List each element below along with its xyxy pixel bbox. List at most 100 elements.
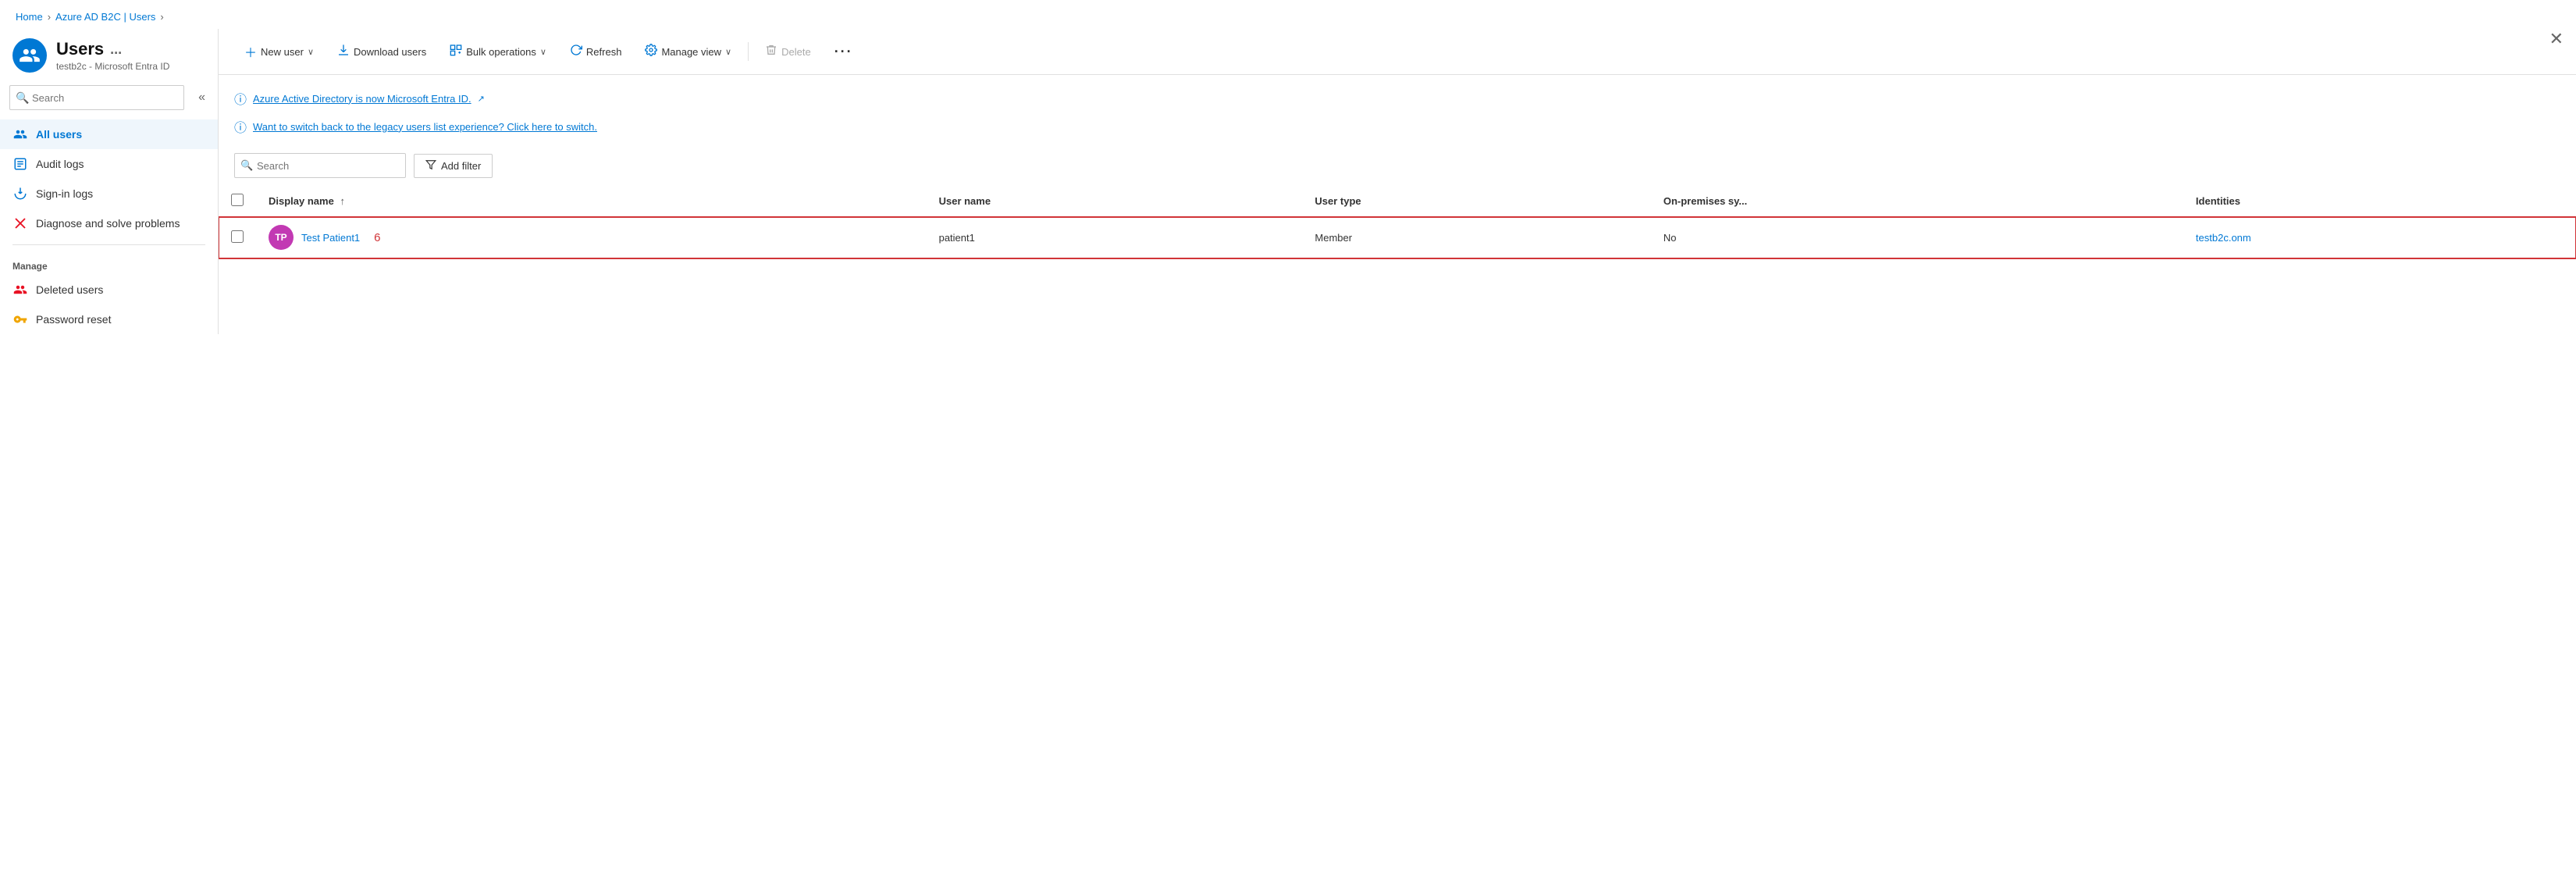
breadcrumb-home[interactable]: Home	[16, 11, 43, 23]
refresh-button[interactable]: Refresh	[560, 38, 632, 65]
table-header-row: Display name ↑ User name User type On-pr…	[219, 186, 2576, 217]
sidebar-more-button[interactable]: ...	[110, 41, 122, 58]
sidebar-title-area: Users ... testb2c - Microsoft Entra ID	[56, 39, 205, 72]
bulk-operations-label: Bulk operations	[466, 46, 536, 58]
user-avatar: TP	[269, 225, 294, 250]
download-users-label: Download users	[354, 46, 426, 58]
bulk-icon	[450, 44, 462, 59]
sidebar-collapse-button[interactable]: «	[195, 87, 208, 108]
table-col-identities: Identities	[2183, 186, 2576, 217]
new-user-button[interactable]: ＋ New user ∨	[234, 37, 324, 66]
password-reset-icon	[12, 312, 28, 327]
close-button[interactable]: ✕	[2549, 29, 2564, 49]
info-icon-2: ⓘ	[234, 117, 247, 136]
avatar-initials: TP	[275, 232, 286, 243]
user-type-cell: Member	[1302, 217, 1650, 258]
users-icon	[19, 45, 41, 66]
more-label: ···	[834, 44, 853, 60]
diagnose-icon	[12, 215, 28, 231]
filter-search-wrap: 🔍	[234, 153, 406, 178]
users-table: Display name ↑ User name User type On-pr…	[219, 186, 2576, 258]
new-user-chevron-icon: ∨	[308, 47, 314, 57]
deleted-users-icon	[12, 282, 28, 297]
sidebar-item-diagnose[interactable]: Diagnose and solve problems	[0, 208, 218, 238]
sidebar-search-wrap: 🔍	[9, 85, 184, 110]
all-users-icon	[12, 126, 28, 142]
nav-divider	[12, 244, 205, 245]
sort-arrow-icon: ↑	[340, 195, 345, 207]
table-col-display-name[interactable]: Display name ↑	[256, 186, 927, 217]
download-users-button[interactable]: Download users	[327, 38, 436, 65]
info-link-2[interactable]: Want to switch back to the legacy users …	[253, 121, 597, 133]
sidebar-item-sign-in-logs[interactable]: Sign-in logs	[0, 179, 218, 208]
sidebar: Users ... testb2c - Microsoft Entra ID 🔍…	[0, 29, 219, 334]
select-all-checkbox[interactable]	[231, 194, 244, 206]
table-area: Display name ↑ User name User type On-pr…	[219, 186, 2576, 334]
sign-in-logs-icon	[12, 186, 28, 201]
audit-logs-icon	[12, 156, 28, 172]
refresh-label: Refresh	[586, 46, 622, 58]
row-checkbox-cell	[219, 217, 256, 258]
breadcrumb-azure-ad[interactable]: Azure AD B2C | Users	[55, 11, 155, 23]
all-users-label: All users	[36, 128, 82, 141]
audit-logs-label: Audit logs	[36, 158, 84, 170]
table-row: TP Test Patient1 6 patient1 Member No te	[219, 217, 2576, 258]
on-premises-cell: No	[1651, 217, 2183, 258]
sign-in-logs-label: Sign-in logs	[36, 187, 93, 200]
add-filter-button[interactable]: Add filter	[414, 154, 493, 178]
display-name-cell: TP Test Patient1 6	[256, 217, 927, 258]
manage-view-button[interactable]: Manage view ∨	[635, 38, 742, 65]
sidebar-search-row: 🔍 «	[0, 85, 218, 119]
delete-button[interactable]: Delete	[755, 38, 821, 65]
download-icon	[337, 44, 350, 59]
row-checkbox[interactable]	[231, 230, 244, 243]
delete-label: Delete	[781, 46, 811, 58]
sidebar-search-input[interactable]	[9, 85, 184, 110]
table-col-user-name: User name	[927, 186, 1303, 217]
avatar	[12, 38, 47, 73]
sidebar-item-password-reset[interactable]: Password reset	[0, 305, 218, 334]
password-reset-label: Password reset	[36, 313, 111, 326]
breadcrumb: Home › Azure AD B2C | Users ›	[0, 0, 2576, 29]
identity-link: testb2c.onm	[2196, 232, 2251, 244]
bulk-chevron-icon: ∨	[540, 47, 546, 57]
table-select-all-header	[219, 186, 256, 217]
sidebar-header: Users ... testb2c - Microsoft Entra ID	[0, 29, 218, 85]
manage-section-title: Manage	[0, 251, 218, 275]
toolbar-separator	[748, 42, 749, 61]
user-badge: 6	[374, 231, 380, 244]
info-icon-1: ⓘ	[234, 89, 247, 108]
refresh-icon	[570, 44, 582, 59]
toolbar: ＋ New user ∨ Download users Bulk operati…	[219, 29, 2576, 75]
manage-view-label: Manage view	[661, 46, 721, 58]
delete-icon	[765, 44, 777, 59]
bulk-operations-button[interactable]: Bulk operations ∨	[439, 38, 557, 65]
sidebar-item-all-users[interactable]: All users	[0, 119, 218, 149]
identities-cell: testb2c.onm	[2183, 217, 2576, 258]
new-user-label: New user	[261, 46, 304, 58]
filter-search-input[interactable]	[234, 153, 406, 178]
manage-view-chevron-icon: ∨	[725, 47, 731, 57]
sidebar-item-deleted-users[interactable]: Deleted users	[0, 275, 218, 305]
plus-icon: ＋	[244, 42, 257, 61]
sidebar-page-title: Users	[56, 39, 104, 59]
more-button[interactable]: ···	[824, 38, 863, 66]
diagnose-label: Diagnose and solve problems	[36, 217, 180, 230]
info-link-1[interactable]: Azure Active Directory is now Microsoft …	[253, 93, 471, 105]
add-filter-label: Add filter	[441, 160, 481, 172]
content-area: ✕ ＋ New user ∨ Download users	[219, 29, 2576, 334]
filter-search-icon: 🔍	[240, 159, 253, 172]
info-area: ⓘ Azure Active Directory is now Microsof…	[219, 75, 2576, 144]
sidebar-item-audit-logs[interactable]: Audit logs	[0, 149, 218, 179]
user-display-name-link[interactable]: Test Patient1	[301, 232, 360, 244]
table-col-on-premises: On-premises sy...	[1651, 186, 2183, 217]
external-icon-1: ↗	[478, 94, 485, 104]
deleted-users-label: Deleted users	[36, 283, 103, 296]
filter-bar: 🔍 Add filter	[219, 144, 2576, 186]
filter-icon	[425, 159, 436, 173]
info-banner-2: ⓘ Want to switch back to the legacy user…	[234, 112, 2560, 141]
manage-view-icon	[645, 44, 657, 59]
info-banner-1: ⓘ Azure Active Directory is now Microsof…	[234, 84, 2560, 112]
table-col-user-type: User type	[1302, 186, 1650, 217]
sidebar-subtitle: testb2c - Microsoft Entra ID	[56, 61, 205, 72]
